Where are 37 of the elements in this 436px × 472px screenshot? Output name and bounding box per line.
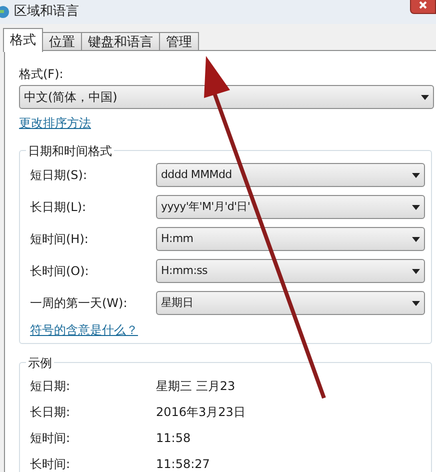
sort-link[interactable]: 更改排序方法 — [19, 114, 91, 132]
format-dropdown[interactable]: H:mm — [156, 227, 425, 251]
example-label: 短日期: — [30, 378, 72, 395]
format-dropdown[interactable]: H:mm:ss — [156, 259, 425, 283]
field-label: 格式(F): — [19, 66, 64, 83]
group-title: 日期和时间格式 — [26, 142, 114, 160]
dropdown-caret-icon — [412, 204, 420, 210]
format-dropdown[interactable]: dddd MMMdd — [156, 163, 425, 187]
format-dropdown[interactable]: 中文(简体，中国) — [19, 85, 434, 109]
tab[interactable]: 格式 — [3, 28, 43, 52]
window-title: 区域和语言 — [14, 3, 79, 22]
dropdown-caret-icon — [412, 172, 420, 178]
field-label: 一周的第一天(W): — [30, 295, 128, 312]
field-label: 短时间(H): — [30, 231, 90, 248]
example-value: 星期三 三月23 — [156, 378, 236, 395]
tab[interactable]: 管理 — [160, 32, 199, 51]
example-label: 长时间: — [30, 456, 72, 472]
field-label: 长日期(L): — [30, 199, 88, 216]
field-label: 长时间(O): — [30, 263, 90, 280]
example-label: 短时间: — [30, 430, 72, 447]
dropdown-caret-icon — [412, 236, 420, 242]
example-value: 2016年3月23日 — [156, 404, 246, 421]
example-label: 长日期: — [30, 404, 72, 421]
field-label: 短日期(S): — [30, 167, 88, 184]
symbols-help-link[interactable]: 符号的含意是什么？ — [30, 321, 138, 339]
close-icon — [419, 1, 427, 9]
globe-icon — [0, 5, 10, 19]
dropdown-caret-icon — [421, 94, 429, 100]
close-button[interactable] — [410, 0, 436, 14]
format-dropdown[interactable]: yyyy'年'M'月'd'日' — [156, 195, 425, 219]
example-value: 11:58:27 — [156, 456, 210, 472]
example-value: 11:58 — [156, 430, 191, 447]
dropdown-caret-icon — [412, 300, 420, 306]
tab[interactable]: 键盘和语言 — [82, 32, 160, 51]
format-dropdown[interactable]: 星期日 — [156, 291, 425, 315]
dropdown-caret-icon — [412, 268, 420, 274]
tab[interactable]: 位置 — [43, 32, 82, 51]
